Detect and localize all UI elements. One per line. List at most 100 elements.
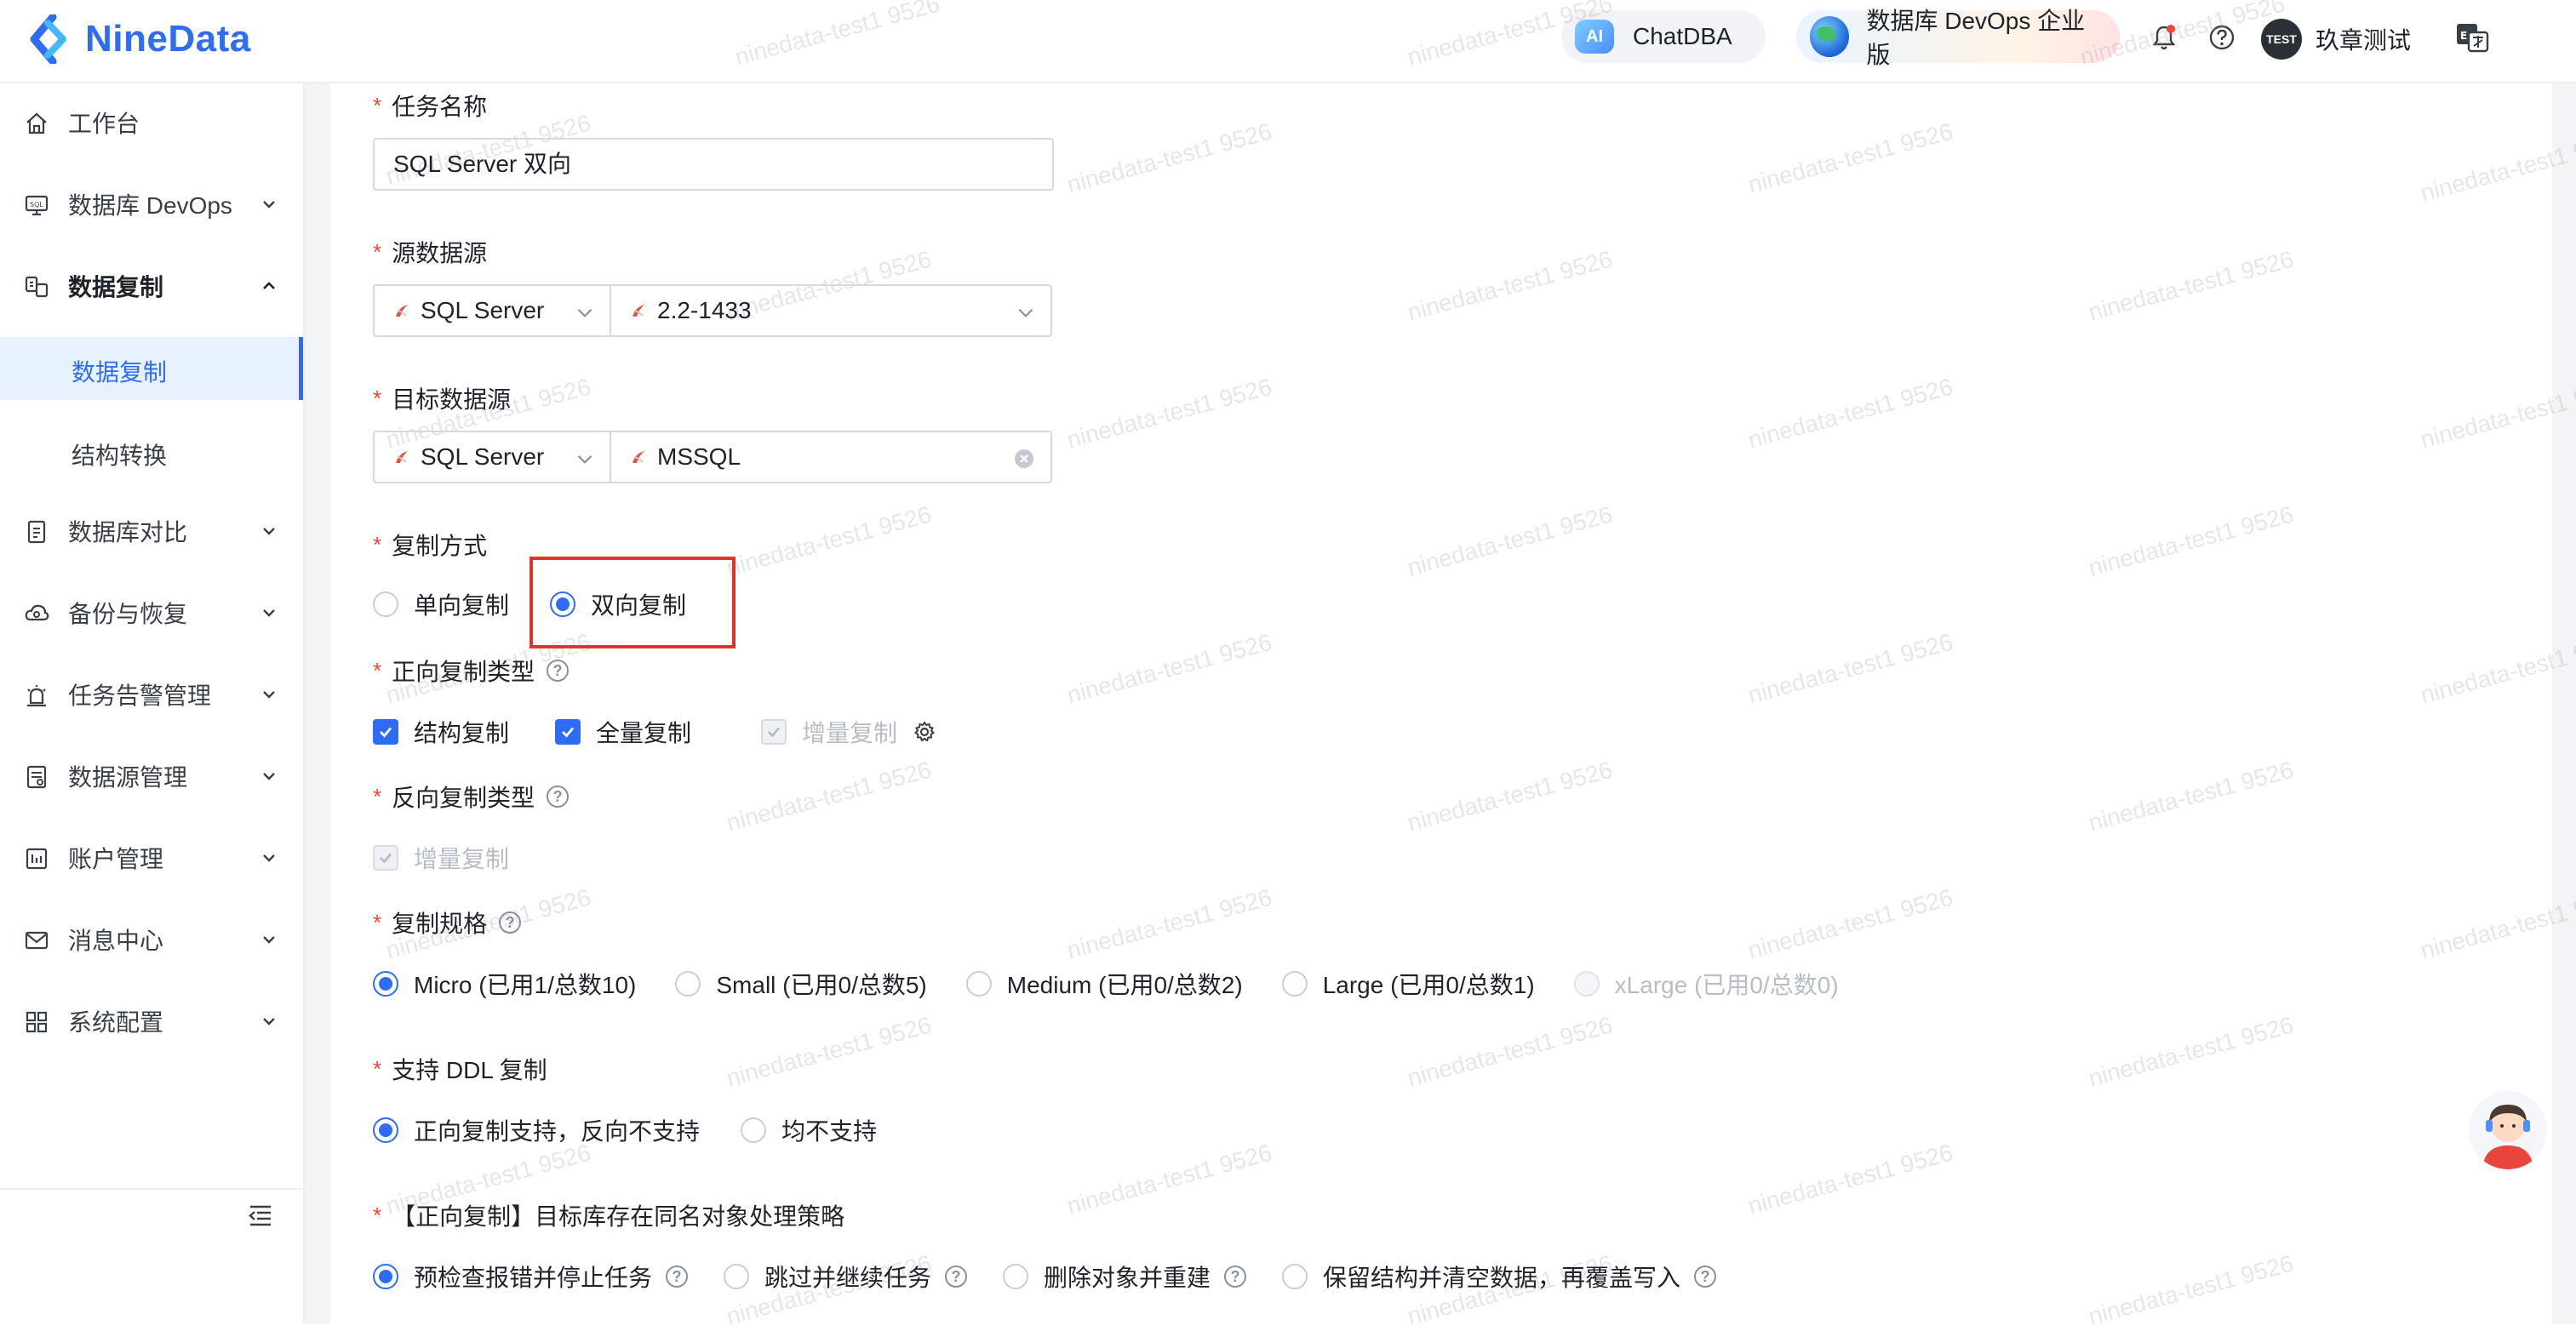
help-icon[interactable] xyxy=(2205,20,2239,54)
sqlserver-icon xyxy=(633,451,644,463)
required-mark: * xyxy=(373,238,382,265)
radio-conflict-precheck-stop[interactable]: 预检查报错并停止任务 ? xyxy=(373,1260,689,1294)
radio-conflict-keep-truncate[interactable]: 保留结构并清空数据，再覆盖写入 ? xyxy=(1282,1260,1717,1294)
sidebar-item-account[interactable]: 账户管理 xyxy=(0,822,303,894)
radio-circle[interactable] xyxy=(675,971,701,997)
radio-circle-selected[interactable] xyxy=(373,971,398,997)
chevron-down-icon xyxy=(1018,308,1033,317)
sidebar-item-messages[interactable]: 消息中心 xyxy=(0,904,303,975)
settings-gear-icon[interactable] xyxy=(913,720,936,744)
chevron-up-icon xyxy=(263,282,275,289)
radio-circle[interactable] xyxy=(1281,971,1308,997)
clear-icon[interactable] xyxy=(1013,448,1035,470)
source-label: * 源数据源 xyxy=(373,235,487,269)
radio-label: 保留结构并清空数据，再覆盖写入 xyxy=(1323,1265,1681,1291)
source-instance-select[interactable]: 2.2-1433 xyxy=(610,284,1052,337)
forward-type-label-text: 正向复制类型 xyxy=(392,659,535,685)
task-name-label-text: 任务名称 xyxy=(392,94,488,120)
svg-text:SQL: SQL xyxy=(30,201,43,209)
sidebar-item-replication[interactable]: 数据复制 xyxy=(0,250,303,322)
username[interactable]: 玖章测试 xyxy=(2316,22,2411,56)
radio-label: Micro (已用1/总数10) xyxy=(414,972,637,998)
sidebar-item-compare[interactable]: 数据库对比 xyxy=(0,495,303,567)
ddl-label: * 支持 DDL 复制 xyxy=(373,1052,547,1086)
question-icon[interactable]: ? xyxy=(1224,1265,1247,1288)
radio-label: Large (已用0/总数1) xyxy=(1322,972,1535,998)
question-icon[interactable]: ? xyxy=(547,785,570,808)
chevron-down-icon xyxy=(263,528,275,535)
mail-icon xyxy=(25,931,49,950)
question-icon[interactable]: ? xyxy=(547,660,570,682)
checkbox-full-replication[interactable]: 全量复制 xyxy=(555,715,691,749)
radio-circle-selected[interactable] xyxy=(373,1264,398,1289)
radio-label: 预检查报错并停止任务 xyxy=(414,1265,653,1291)
reverse-type-label-text: 反向复制类型 xyxy=(392,785,535,811)
question-icon[interactable]: ? xyxy=(1694,1265,1717,1288)
sidebar-subitem-replication[interactable]: 数据复制 xyxy=(0,337,303,400)
sidebar-subitem-schema-conversion[interactable]: 结构转换 xyxy=(0,420,303,483)
radio-label: Medium (已用0/总数2) xyxy=(1006,972,1243,998)
sidebar-item-backup[interactable]: 备份与恢复 xyxy=(0,577,303,648)
radio-circle[interactable] xyxy=(965,971,992,997)
radio-spec-medium[interactable]: Medium (已用0/总数2) xyxy=(965,967,1243,1001)
sidebar-item-datasource[interactable]: 数据源管理 xyxy=(0,740,303,812)
radio-conflict-drop-recreate[interactable]: 删除对象并重建 ? xyxy=(1003,1260,1247,1294)
radio-one-way[interactable]: 单向复制 xyxy=(373,587,509,621)
radio-circle-selected[interactable] xyxy=(373,1117,398,1143)
target-label: * 目标数据源 xyxy=(373,381,511,415)
radio-spec-large[interactable]: Large (已用0/总数1) xyxy=(1281,967,1535,1001)
notification-bell-icon[interactable] xyxy=(2147,20,2181,54)
sidebar-item-system-config[interactable]: 系统配置 xyxy=(0,985,303,1057)
conflict-strategy-group: 预检查报错并停止任务 ? 跳过并继续任务 ? 删除对象并重建 ? 保留结构并清空… xyxy=(373,1260,1717,1294)
chevron-down-icon xyxy=(263,773,275,780)
target-instance-value: MSSQL xyxy=(657,443,741,470)
target-type-select[interactable]: SQL Server xyxy=(373,431,611,483)
highlight-annotation-box xyxy=(530,557,736,648)
devops-enterprise-button[interactable]: 数据库 DevOps 企业版 xyxy=(1796,8,2120,68)
question-icon[interactable]: ? xyxy=(945,1265,968,1288)
globe-icon xyxy=(1810,16,1850,57)
compare-icon xyxy=(27,520,46,544)
radio-spec-small[interactable]: Small (已用0/总数5) xyxy=(675,967,927,1001)
chevron-down-icon xyxy=(263,936,275,944)
radio-circle[interactable] xyxy=(1282,1264,1308,1289)
customer-support-avatar[interactable] xyxy=(2469,1091,2547,1169)
alarm-icon xyxy=(27,685,46,707)
ddl-group: 正向复制支持，反向不支持 均不支持 xyxy=(373,1113,877,1147)
radio-circle[interactable] xyxy=(724,1264,750,1289)
task-name-input[interactable]: SQL Server 双向 xyxy=(373,138,1054,191)
checkbox-checked[interactable] xyxy=(555,719,581,745)
radio-circle[interactable] xyxy=(741,1117,767,1143)
collapse-sidebar-icon[interactable] xyxy=(247,1202,274,1229)
radio-ddl-none[interactable]: 均不支持 xyxy=(741,1113,877,1147)
forward-type-group: 结构复制 全量复制 增量复制 xyxy=(373,715,936,749)
sidebar-item-label: 数据源管理 xyxy=(68,764,188,791)
radio-circle[interactable] xyxy=(1003,1264,1029,1289)
datasource-icon xyxy=(26,765,47,789)
radio-label: 均不支持 xyxy=(781,1118,878,1145)
forward-type-label: * 正向复制类型 ? xyxy=(373,654,570,688)
checkbox-checked[interactable] xyxy=(373,719,398,745)
sidebar-item-alarm[interactable]: 任务告警管理 xyxy=(0,659,303,730)
language-switch-icon[interactable]: En xyxy=(2455,20,2489,54)
source-label-text: 源数据源 xyxy=(392,240,488,266)
radio-ddl-forward-only[interactable]: 正向复制支持，反向不支持 xyxy=(373,1113,700,1147)
target-instance-select[interactable]: MSSQL xyxy=(610,431,1052,483)
radio-spec-micro[interactable]: Micro (已用1/总数10) xyxy=(373,967,636,1001)
sidebar-item-workbench[interactable]: 工作台 xyxy=(0,87,303,158)
question-icon[interactable]: ? xyxy=(666,1265,689,1288)
sidebar-item-devops[interactable]: SQL 数据库 DevOps xyxy=(0,169,303,240)
chevron-down-icon xyxy=(263,691,275,699)
ninedata-logo[interactable]: NineData xyxy=(29,12,251,66)
source-type-select[interactable]: SQL Server xyxy=(373,284,611,337)
checkbox-disabled-checked xyxy=(761,719,787,745)
chevron-down-icon xyxy=(263,201,275,209)
ninedata-logo-icon xyxy=(30,14,66,64)
chatdba-button[interactable]: AI ChatDBA xyxy=(1561,10,1766,63)
radio-conflict-skip-continue[interactable]: 跳过并继续任务 ? xyxy=(724,1260,968,1294)
checkbox-schema-replication[interactable]: 结构复制 xyxy=(373,715,509,749)
user-avatar[interactable]: TEST xyxy=(2261,19,2302,60)
question-icon[interactable]: ? xyxy=(499,911,522,934)
radio-circle-disabled xyxy=(1573,971,1600,997)
radio-circle[interactable] xyxy=(373,591,398,617)
